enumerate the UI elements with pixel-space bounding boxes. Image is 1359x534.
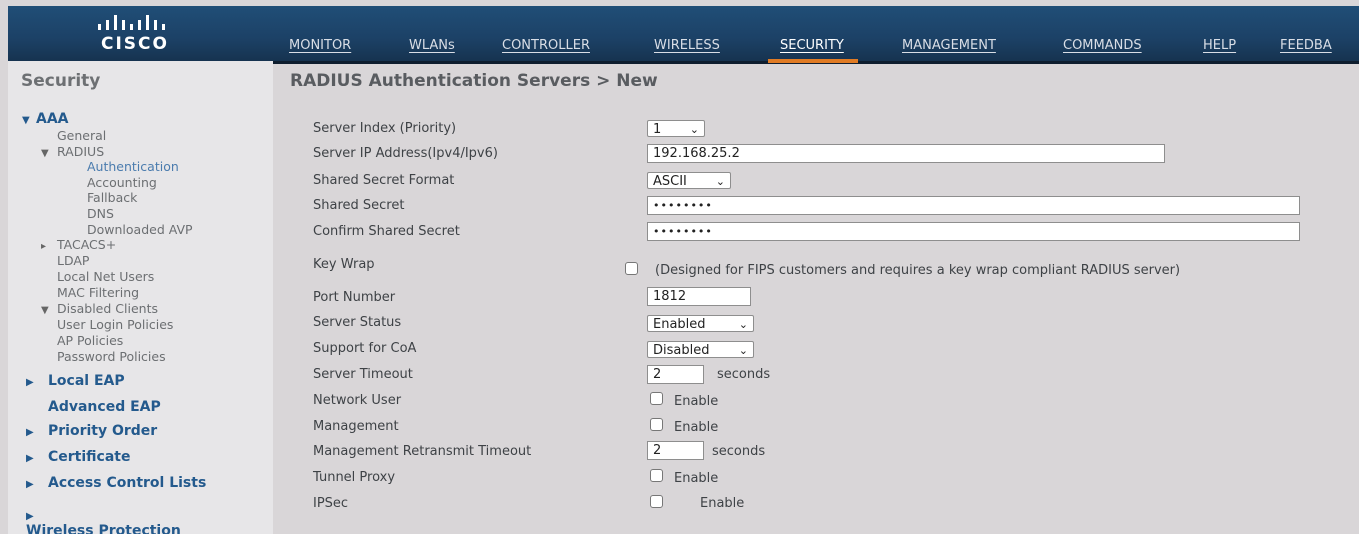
collapsed-arrow-icon: ▸ [41,241,47,252]
network-user-label: Network User [313,393,402,408]
collapsed-arrow-icon: ▶ [26,427,34,438]
sidebar-item-wireless-protection[interactable]: ▶Wireless Protection Policies [26,501,246,534]
expanded-arrow-icon: ▼ [41,305,49,316]
server-index-label: Server Index (Priority) [313,121,457,136]
sidebar-item-aaa[interactable]: ▼ AAA [22,111,69,127]
sidebar: Security ▼ AAA General ▼ RADIUS Authentica… [8,61,273,534]
ipsec-checkbox[interactable] [650,495,663,508]
port-label: Port Number [313,290,396,305]
collapsed-arrow-icon: ▶ [26,479,34,490]
key-wrap-checkbox[interactable] [625,262,638,275]
ipsec-enable-label: Enable [700,496,745,511]
sidebar-item-local-eap[interactable]: ▶ Local EAP [26,373,125,389]
confirm-secret-input[interactable]: •••••••• [647,222,1300,241]
cisco-bars-icon [98,15,165,30]
collapsed-arrow-icon: ▶ [26,511,34,522]
expanded-arrow-icon: ▼ [22,115,30,126]
nav-help[interactable]: HELP [1203,34,1236,61]
server-ip-input[interactable]: 192.168.25.2 [647,144,1165,163]
mgmt-retransmit-unit: seconds [712,444,766,459]
sidebar-item-ldap[interactable]: LDAP [57,253,89,268]
server-ip-label: Server IP Address(Ipv4/Ipv6) [313,146,498,161]
server-status-label: Server Status [313,315,402,330]
nav-feedback[interactable]: FEEDBA [1280,34,1332,61]
mgmt-retransmit-input[interactable]: 2 [647,441,704,460]
management-label: Management [313,419,399,434]
sidebar-item-fallback[interactable]: Fallback [87,190,137,205]
secret-format-select[interactable]: ASCII ⌄ [647,172,731,189]
nav-wlans[interactable]: WLANs [409,34,455,61]
confirm-secret-label: Confirm Shared Secret [313,224,460,239]
sidebar-item-radius[interactable]: ▼ RADIUS [41,144,104,159]
sidebar-item-priority-order[interactable]: ▶ Priority Order [26,423,157,439]
coa-label: Support for CoA [313,341,417,356]
sidebar-item-general[interactable]: General [57,128,106,143]
collapsed-arrow-icon: ▶ [26,377,34,388]
sidebar-title: Security [21,71,101,91]
nav-security[interactable]: SECURITY [768,34,858,63]
expanded-arrow-icon: ▼ [41,148,49,159]
secret-format-label: Shared Secret Format [313,173,455,188]
sidebar-item-ap-policies[interactable]: AP Policies [57,333,123,348]
server-timeout-input[interactable]: 2 [647,365,704,384]
sidebar-item-local-net-users[interactable]: Local Net Users [57,269,154,284]
server-timeout-label: Server Timeout [313,367,413,382]
tunnel-proxy-enable-label: Enable [674,471,719,486]
nav-monitor[interactable]: MONITOR [289,34,351,61]
server-index-select[interactable]: 1 ⌄ [647,120,705,137]
main-nav: MONITOR WLANs CONTROLLER WIRELESS SECURI… [8,34,1359,63]
sidebar-item-user-login-policies[interactable]: User Login Policies [57,317,173,332]
nav-controller[interactable]: CONTROLLER [502,34,590,61]
chevron-down-icon: ⌄ [689,123,699,136]
nav-wireless[interactable]: WIRELESS [654,34,720,61]
mgmt-retransmit-label: Management Retransmit Timeout [313,444,532,459]
coa-select[interactable]: Disabled ⌄ [647,341,754,358]
sidebar-item-mac-filtering[interactable]: MAC Filtering [57,285,139,300]
network-user-enable-label: Enable [674,394,719,409]
sidebar-item-disabled-clients[interactable]: ▼ Disabled Clients [41,301,158,316]
sidebar-item-advanced-eap[interactable]: Advanced EAP [48,399,161,415]
tunnel-proxy-label: Tunnel Proxy [313,470,396,485]
management-checkbox[interactable] [650,418,663,431]
key-wrap-note: (Designed for FIPS customers and require… [655,263,1181,278]
shared-secret-label: Shared Secret [313,198,405,213]
sidebar-item-certificate[interactable]: ▶ Certificate [26,449,130,465]
key-wrap-label: Key Wrap [313,257,375,272]
chevron-down-icon: ⌄ [715,175,725,188]
ipsec-label: IPSec [313,496,349,511]
sidebar-item-dns[interactable]: DNS [87,206,114,221]
management-enable-label: Enable [674,420,719,435]
page-title: RADIUS Authentication Servers > New [290,71,658,91]
top-header: CISCO MONITOR WLANs CONTROLLER WIRELESS … [8,6,1359,64]
collapsed-arrow-icon: ▶ [26,453,34,464]
sidebar-item-downloaded-avp[interactable]: Downloaded AVP [87,222,193,237]
sidebar-item-acl[interactable]: ▶ Access Control Lists [26,475,206,491]
tunnel-proxy-checkbox[interactable] [650,469,663,482]
nav-commands[interactable]: COMMANDS [1063,34,1142,61]
sidebar-item-tacacs[interactable]: ▸ TACACS+ [41,237,116,252]
sidebar-item-authentication[interactable]: Authentication [87,159,179,174]
shared-secret-input[interactable]: •••••••• [647,196,1300,215]
sidebar-item-accounting[interactable]: Accounting [87,175,157,190]
port-input[interactable]: 1812 [647,287,751,306]
sidebar-item-password-policies[interactable]: Password Policies [57,349,166,364]
chevron-down-icon: ⌄ [738,344,748,357]
chevron-down-icon: ⌄ [738,318,748,331]
network-user-checkbox[interactable] [650,392,663,405]
server-timeout-unit: seconds [717,367,771,382]
server-status-select[interactable]: Enabled ⌄ [647,315,754,332]
nav-management[interactable]: MANAGEMENT [902,34,996,61]
